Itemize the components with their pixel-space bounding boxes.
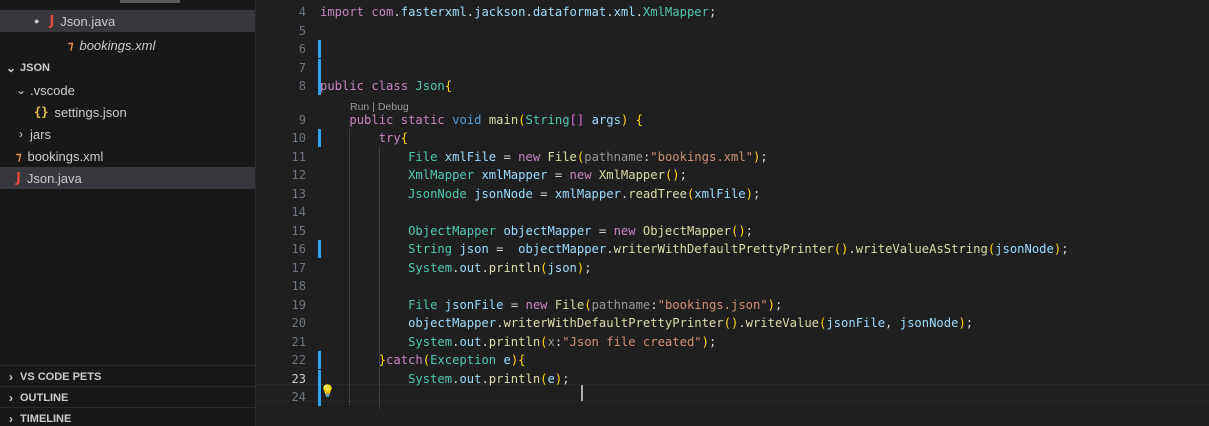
line-number: 8 xyxy=(298,79,306,93)
tree-item-label: bookings.xml xyxy=(27,148,104,164)
chevron-down-icon: ⌄ xyxy=(15,83,27,97)
section-vs-code-pets[interactable]: › VS CODE PETS xyxy=(0,365,255,388)
code-editor[interactable]: 4 5 6 7 8 9 10 11 12 13 14 15 16 17 18 19 20 21 22 23 24 imp… xyxy=(256,0,1209,426)
line-number: 11 xyxy=(291,149,306,164)
tree-item-settings-json[interactable]: {} settings.json xyxy=(0,101,255,123)
tree-item-label: .vscode xyxy=(30,82,75,98)
code-line[interactable]: import com.fasterxml.jackson.dataformat.… xyxy=(320,3,716,21)
line-number: 7 xyxy=(298,60,306,75)
modified-dot-icon: ● xyxy=(34,16,40,26)
open-editor-label: bookings.xml xyxy=(79,37,156,53)
folder-title: JSON xyxy=(20,62,50,74)
code-line[interactable]: try{ xyxy=(320,129,408,147)
scroll-thumb[interactable] xyxy=(120,0,180,3)
folder-header-json[interactable]: ⌄ JSON xyxy=(0,57,255,79)
code-line[interactable]: objectMapper.writerWithDefaultPrettyPrin… xyxy=(320,314,973,332)
xml-file-icon: ⁊ xyxy=(68,39,74,52)
section-title: VS CODE PETS xyxy=(20,371,102,383)
open-editor-bookings-xml[interactable]: ⁊ bookings.xml xyxy=(0,34,255,56)
java-file-icon: J xyxy=(49,13,55,29)
modified-gutter-marker[interactable] xyxy=(318,40,321,58)
code-line[interactable]: ObjectMapper objectMapper = new ObjectMa… xyxy=(320,222,753,240)
code-line[interactable]: System.out.println(json); xyxy=(320,259,592,277)
line-number: 19 xyxy=(291,297,306,312)
line-number: 18 xyxy=(291,279,306,293)
chevron-right-icon: › xyxy=(9,370,13,384)
code-line[interactable]: File jsonFile = new File(pathname:"booki… xyxy=(320,296,782,314)
java-file-icon: J xyxy=(16,170,21,186)
open-editor-label: Json.java xyxy=(60,13,116,29)
code-line[interactable]: XmlMapper xmlMapper = new XmlMapper(); xyxy=(320,166,687,184)
line-number: 17 xyxy=(291,260,306,275)
line-number: 24 xyxy=(291,390,306,404)
section-title: TIMELINE xyxy=(20,413,72,425)
tree-item-vscode[interactable]: ⌄ .vscode xyxy=(0,79,255,101)
code-line[interactable]: String json = objectMapper.writerWithDef… xyxy=(320,240,1068,258)
tree-item-jars[interactable]: › jars xyxy=(0,123,255,145)
line-number: 4 xyxy=(298,5,306,19)
line-number: 5 xyxy=(298,23,306,38)
line-number: 15 xyxy=(291,223,306,238)
line-number: 20 xyxy=(291,316,306,330)
line-number: 22 xyxy=(291,353,306,367)
line-number: 14 xyxy=(291,205,306,219)
code-line[interactable]: File xmlFile = new File(pathname:"bookin… xyxy=(320,148,768,166)
line-number: 6 xyxy=(298,42,306,56)
code-line[interactable]: System.out.println(x:"Json file created"… xyxy=(320,333,716,351)
chevron-right-icon: › xyxy=(9,391,13,405)
text-cursor xyxy=(581,385,583,401)
line-number: 21 xyxy=(291,334,306,349)
tree-item-bookings-xml[interactable]: ⁊ bookings.xml xyxy=(0,145,255,167)
json-file-icon: {} xyxy=(34,105,49,119)
section-title: OUTLINE xyxy=(20,392,69,404)
line-number: 10 xyxy=(291,131,306,145)
chevron-down-icon: ⌄ xyxy=(5,61,17,75)
code-line[interactable]: public class Json{ xyxy=(320,77,452,95)
open-editor-json-java[interactable]: ● J Json.java xyxy=(0,10,255,32)
code-line[interactable]: System.out.println(e); xyxy=(320,370,569,388)
tree-item-label: jars xyxy=(30,126,51,142)
chevron-right-icon: › xyxy=(19,127,23,141)
run-debug-codelens[interactable]: Run | Debug xyxy=(350,100,409,114)
tree-item-label: settings.json xyxy=(54,104,127,120)
code-line[interactable]: }catch(Exception e){ xyxy=(320,351,526,369)
tree-item-label: Json.java xyxy=(26,170,82,186)
line-number: 12 xyxy=(291,168,306,182)
lightbulb-icon[interactable]: 💡 xyxy=(320,384,335,398)
section-timeline[interactable]: › TIMELINE xyxy=(0,407,255,426)
section-outline[interactable]: › OUTLINE xyxy=(0,386,255,409)
explorer-sidebar: ● J Json.java ⁊ bookings.xml ⌄ JSON ⌄ .v… xyxy=(0,0,256,426)
line-number: 16 xyxy=(291,242,306,256)
modified-gutter-marker[interactable] xyxy=(318,58,321,77)
line-number: 9 xyxy=(298,112,306,127)
xml-file-icon: ⁊ xyxy=(16,150,22,163)
line-number: 13 xyxy=(291,186,306,201)
tree-item-json-java[interactable]: J Json.java xyxy=(0,167,255,189)
chevron-right-icon: › xyxy=(9,412,13,426)
code-line[interactable]: JsonNode jsonNode = xmlMapper.readTree(x… xyxy=(320,185,760,203)
line-number: 23 xyxy=(291,371,306,386)
